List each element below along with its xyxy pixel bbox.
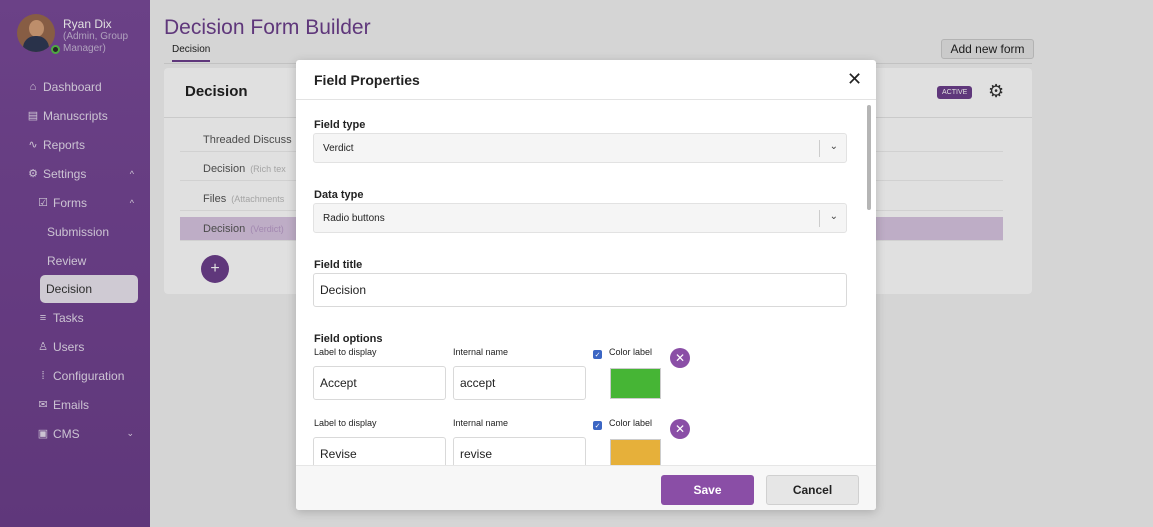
option-display-input[interactable]: Revise xyxy=(313,437,446,465)
data-type-select[interactable]: Radio buttons ⌄ xyxy=(313,203,847,233)
remove-option-button[interactable]: ✕ xyxy=(670,348,690,368)
scrollbar[interactable] xyxy=(867,105,871,210)
field-properties-modal: Field Properties ✕ Field type Verdict ⌄ … xyxy=(296,60,876,510)
display-label-header: Label to display xyxy=(314,418,377,428)
color-label-checkbox[interactable]: ✓ xyxy=(593,421,602,430)
color-label-header: Color label xyxy=(609,418,653,428)
modal-footer: Save Cancel xyxy=(296,465,876,510)
option-internal-input[interactable]: accept xyxy=(453,366,586,400)
internal-name-header: Internal name xyxy=(453,418,509,428)
chevron-down-icon: ⌄ xyxy=(829,141,838,152)
cancel-button[interactable]: Cancel xyxy=(766,475,859,505)
option-display-input[interactable]: Accept xyxy=(313,366,446,400)
field-type-select[interactable]: Verdict ⌄ xyxy=(313,133,847,163)
close-icon[interactable]: ✕ xyxy=(847,69,862,90)
select-divider xyxy=(819,210,820,227)
option-internal-input[interactable]: revise xyxy=(453,437,586,465)
field-title-label: Field title xyxy=(314,259,363,271)
internal-name-header: Internal name xyxy=(453,347,509,357)
color-label-header: Color label xyxy=(609,347,653,357)
modal-body: Field type Verdict ⌄ Data type Radio but… xyxy=(296,101,876,465)
modal-title: Field Properties xyxy=(314,72,420,88)
save-button[interactable]: Save xyxy=(661,475,754,505)
field-type-label: Field type xyxy=(314,119,366,131)
field-title-input[interactable]: Decision xyxy=(313,273,847,307)
data-type-value: Radio buttons xyxy=(323,212,385,224)
remove-option-button[interactable]: ✕ xyxy=(670,419,690,439)
field-type-value: Verdict xyxy=(323,142,354,154)
color-swatch[interactable] xyxy=(610,439,661,465)
display-label-header: Label to display xyxy=(314,347,377,357)
field-options-label: Field options xyxy=(314,333,383,345)
chevron-down-icon: ⌄ xyxy=(829,211,838,222)
color-swatch[interactable] xyxy=(610,368,661,399)
data-type-label: Data type xyxy=(314,189,364,201)
modal-header: Field Properties ✕ xyxy=(296,60,876,100)
color-label-checkbox[interactable]: ✓ xyxy=(593,350,602,359)
select-divider xyxy=(819,140,820,157)
